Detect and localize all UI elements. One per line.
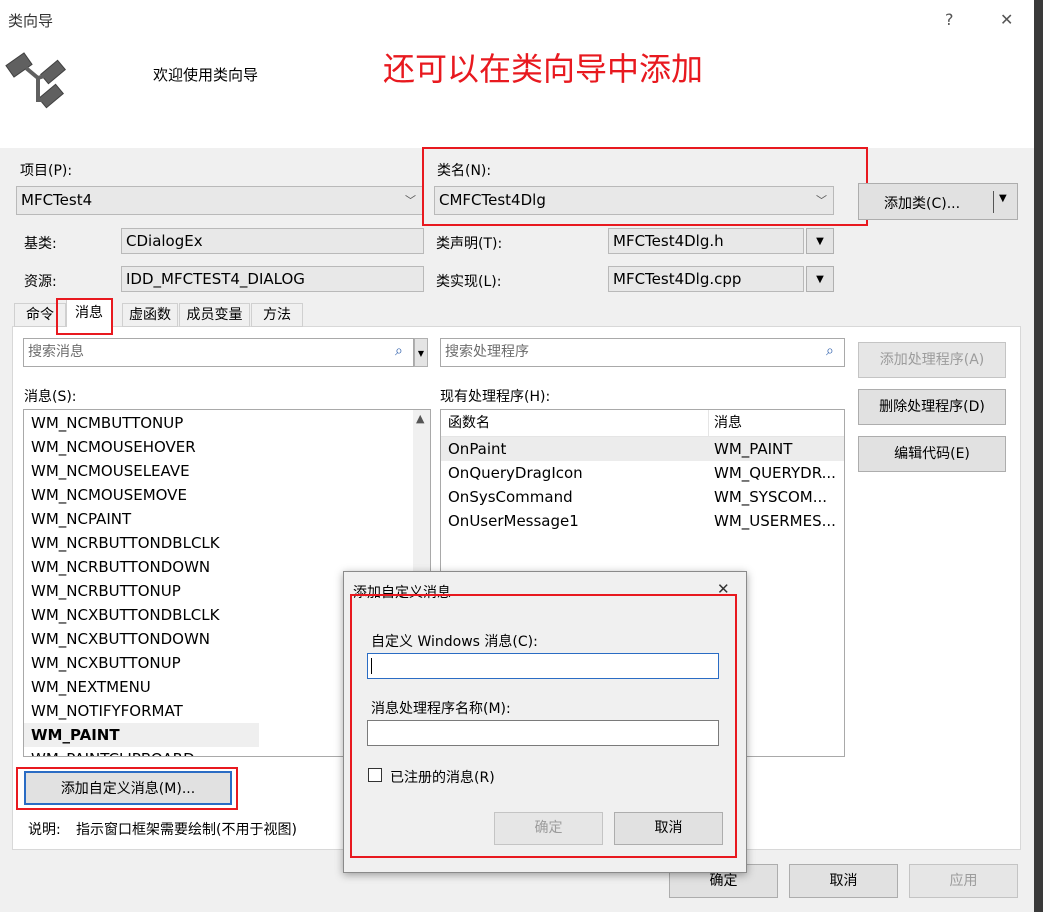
res-label: 资源: — [24, 274, 57, 290]
handler-function-name: OnSysCommand — [448, 488, 573, 506]
handlers-label: 现有处理程序(H): — [440, 389, 551, 405]
tab-methods[interactable]: 方法 — [251, 303, 303, 327]
annotation-highlight-classname — [422, 147, 868, 226]
message-item[interactable]: WM_NCMBUTTONUP — [24, 411, 430, 435]
search-icon[interactable]: ⌕ — [826, 343, 834, 359]
tab-member-variables[interactable]: 成员变量 — [179, 303, 250, 327]
annotation-highlight-dialog — [350, 594, 737, 858]
split-divider — [993, 191, 994, 213]
handlers-header: 函数名 消息 — [441, 410, 844, 437]
message-item[interactable]: WM_NCMOUSEMOVE — [24, 483, 430, 507]
message-search-input[interactable]: 搜索消息 — [23, 338, 414, 367]
chevron-down-icon[interactable]: ▼ — [999, 193, 1007, 204]
welcome-title: 欢迎使用类向导 — [153, 66, 259, 84]
handler-function-name: OnUserMessage1 — [448, 512, 579, 530]
column-divider — [708, 410, 709, 436]
message-item[interactable]: WM_PAINT — [24, 723, 259, 747]
message-item[interactable]: WM_NCMOUSELEAVE — [24, 459, 430, 483]
apply-button[interactable]: 应用 — [909, 864, 1018, 898]
handler-function-name: OnPaint — [448, 440, 507, 458]
add-class-label: 添加类(C)... — [884, 196, 961, 212]
project-combo[interactable]: MFCTest4 ﹀ — [16, 186, 423, 215]
chevron-down-icon[interactable]: ▼ — [414, 338, 428, 367]
project-label: 项目(P): — [20, 163, 73, 179]
impl-label: 类实现(L): — [436, 274, 502, 290]
impl-file-field[interactable]: MFCTest4Dlg.cpp — [608, 266, 804, 292]
handler-search-input[interactable]: 搜索处理程序 — [440, 338, 845, 367]
background-strip — [1034, 0, 1043, 912]
annotation-text: 还可以在类向导中添加 — [383, 50, 704, 88]
handler-row[interactable]: OnUserMessage1 WM_USERMES... — [441, 509, 844, 533]
add-class-button[interactable]: 添加类(C)... ▼ — [858, 183, 1018, 220]
class-wizard-icon — [4, 48, 70, 114]
delete-handler-button[interactable]: 删除处理程序(D) — [858, 389, 1006, 425]
handler-row[interactable]: OnQueryDragIcon WM_QUERYDR... — [441, 461, 844, 485]
description-label: 说明: — [28, 822, 61, 838]
annotation-highlight-button — [16, 767, 238, 810]
help-button[interactable]: ? — [945, 10, 954, 29]
edit-code-button[interactable]: 编辑代码(E) — [858, 436, 1006, 472]
messages-label: 消息(S): — [24, 389, 77, 405]
project-value: MFCTest4 — [21, 191, 93, 209]
handler-row[interactable]: OnSysCommand WM_SYSCOM... — [441, 485, 844, 509]
handler-message-name: WM_PAINT — [714, 440, 793, 458]
tab-virtual-functions[interactable]: 虚函数 — [122, 303, 178, 327]
resource-field: IDD_MFCTEST4_DIALOG — [121, 266, 424, 292]
message-item[interactable]: WM_NCMOUSEHOVER — [24, 435, 430, 459]
column-function[interactable]: 函数名 — [448, 410, 490, 436]
window-title: 类向导 — [8, 12, 54, 30]
chevron-down-icon: ﹀ — [405, 194, 416, 207]
cancel-button[interactable]: 取消 — [789, 864, 898, 898]
message-item[interactable]: WM_NCPAINT — [24, 507, 430, 531]
handler-message-name: WM_SYSCOM... — [714, 488, 828, 506]
handler-row[interactable]: OnPaint WM_PAINT — [441, 437, 844, 461]
chevron-down-icon[interactable]: ▼ — [806, 228, 834, 254]
scroll-up-icon[interactable]: ▲ — [416, 412, 424, 425]
annotation-highlight-tab — [56, 298, 113, 335]
message-item[interactable]: WM_NCRBUTTONDBLCLK — [24, 531, 430, 555]
close-button[interactable]: ✕ — [1000, 10, 1013, 29]
decl-file-field[interactable]: MFCTest4Dlg.h — [608, 228, 804, 254]
handler-message-name: WM_USERMES... — [714, 512, 836, 530]
decl-label: 类声明(T): — [436, 236, 503, 252]
handler-function-name: OnQueryDragIcon — [448, 464, 583, 482]
column-message[interactable]: 消息 — [714, 410, 742, 436]
add-handler-button[interactable]: 添加处理程序(A) — [858, 342, 1006, 378]
search-icon[interactable]: ⌕ — [395, 343, 403, 359]
description-text: 指示窗口框架需要绘制(不用于视图) — [76, 822, 297, 838]
handler-message-name: WM_QUERYDR... — [714, 464, 836, 482]
base-class-field: CDialogEx — [121, 228, 424, 254]
chevron-down-icon[interactable]: ▼ — [806, 266, 834, 292]
base-label: 基类: — [24, 236, 57, 252]
